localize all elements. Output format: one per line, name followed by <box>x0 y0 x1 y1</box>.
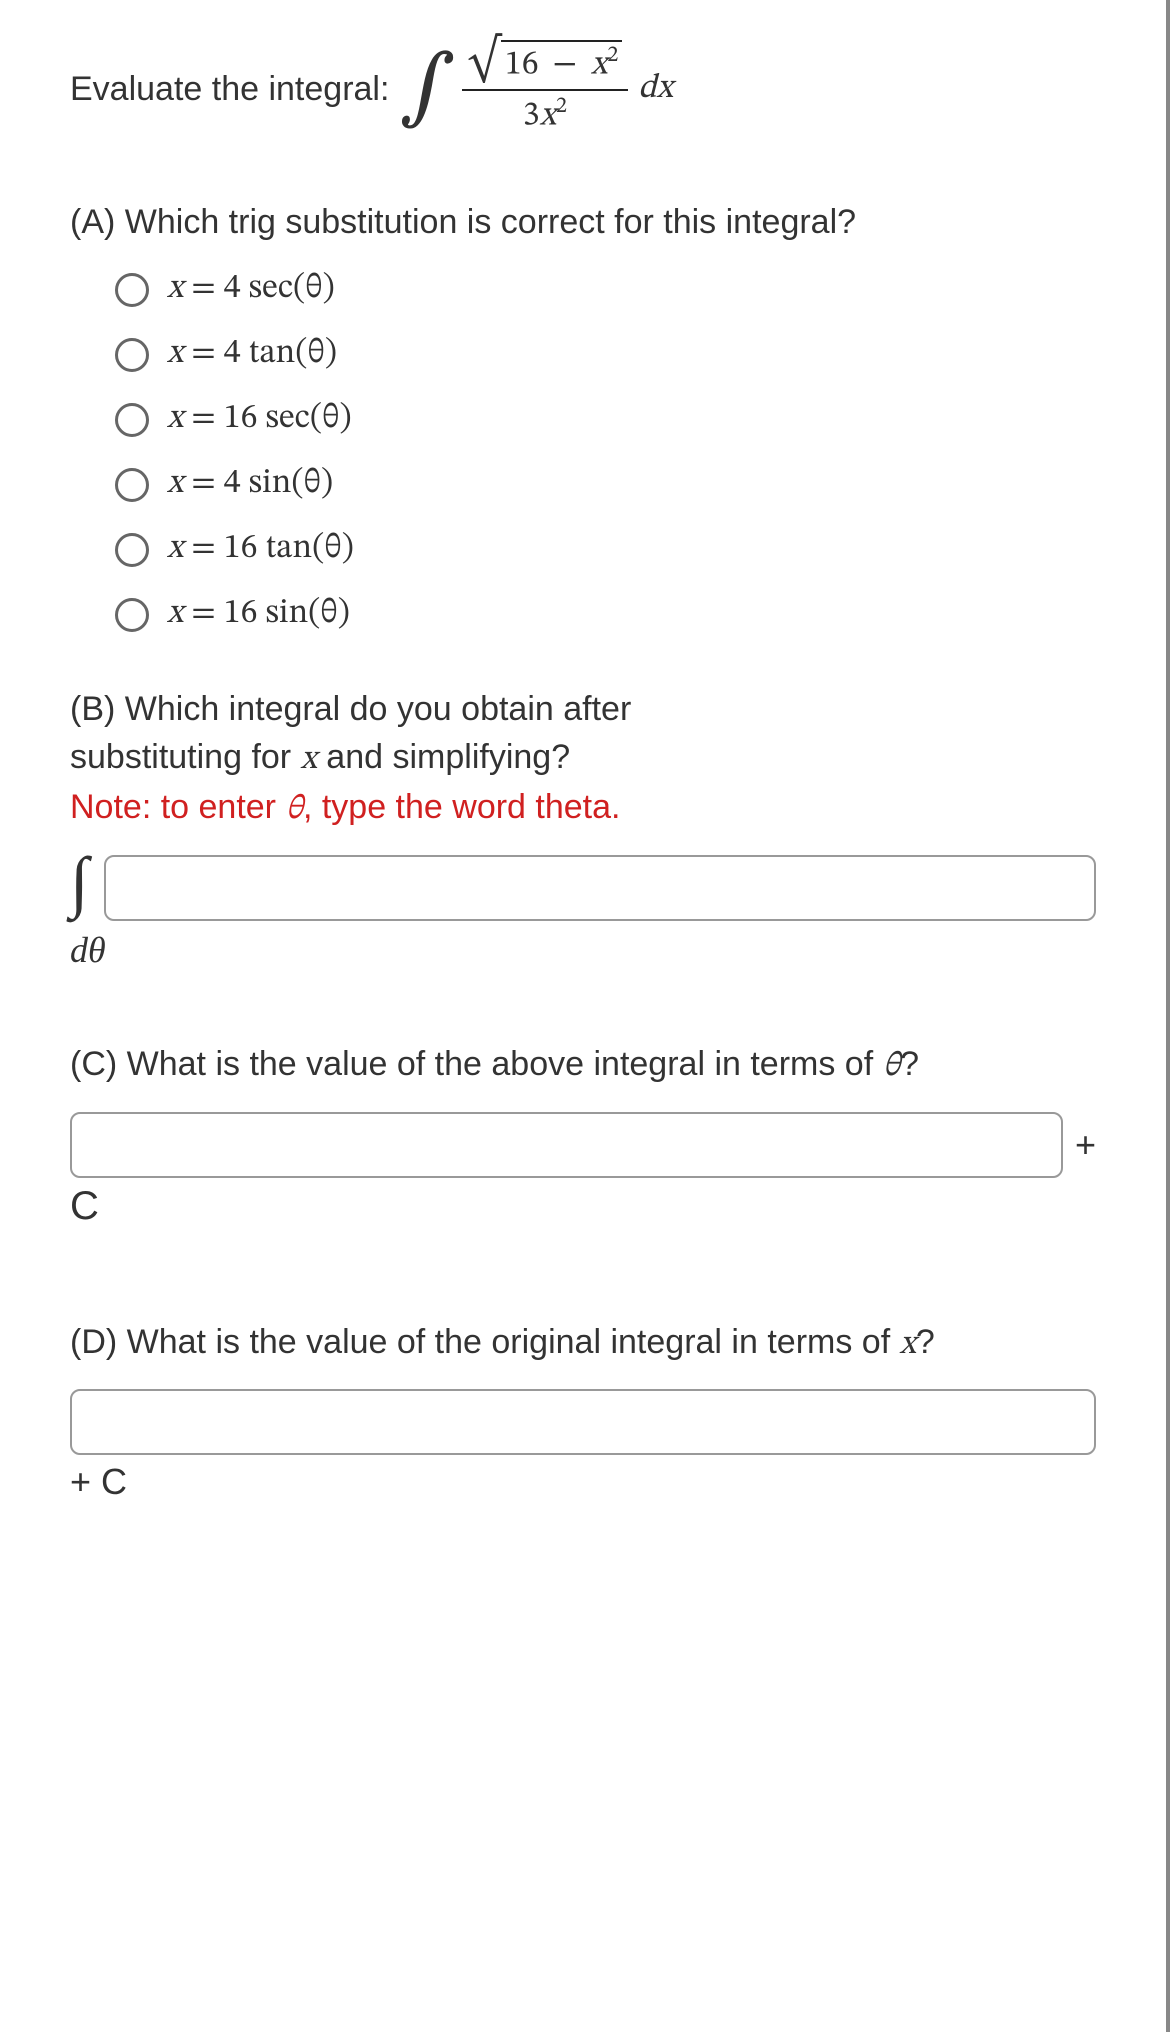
dx: dx <box>638 68 673 111</box>
part-b-input[interactable] <box>104 855 1096 921</box>
part-c-question: (C) What is the value of the above integ… <box>70 1041 1096 1092</box>
plus-c-label: + C <box>70 1461 1096 1503</box>
radio-icon[interactable] <box>115 338 149 372</box>
numerator: √ 16 − x2 <box>462 40 629 91</box>
option-4[interactable]: x=4 sin(θ) <box>115 463 1096 506</box>
prompt-line: Evaluate the integral: ∫ √ 16 − x2 3x2 <box>70 40 1096 139</box>
part-b-line2a: substituting for <box>70 738 301 776</box>
opt1-lhs: x <box>167 272 183 306</box>
sqrt-term-exp: 2 <box>607 45 618 67</box>
part-c-input-row: + <box>70 1112 1096 1178</box>
part-d-qmark: ? <box>916 1323 935 1361</box>
integral-sign-icon: ∫ <box>399 48 455 130</box>
constant-c: C <box>70 1184 1096 1229</box>
part-c-input[interactable] <box>70 1112 1063 1178</box>
part-b-question: (B) Which integral do you obtain after s… <box>70 686 1096 835</box>
option-2[interactable]: x=4 tan(θ) <box>115 333 1096 376</box>
part-d: (D) What is the value of the original in… <box>70 1319 1096 1504</box>
den-exp: 2 <box>556 96 567 118</box>
sqrt-term-x: x <box>591 48 607 82</box>
part-c-var: θ <box>883 1050 900 1084</box>
option-6[interactable]: x=16 sin(θ) <box>115 593 1096 636</box>
part-d-var: x <box>900 1328 916 1362</box>
radio-icon[interactable] <box>115 273 149 307</box>
minus-sign: − <box>547 48 583 82</box>
part-c: (C) What is the value of the above integ… <box>70 1041 1096 1229</box>
option-1[interactable]: x=4 sec(θ) <box>115 268 1096 311</box>
sqrt-term-a: 16 <box>505 48 539 82</box>
part-d-input-row <box>70 1389 1096 1455</box>
part-d-input[interactable] <box>70 1389 1096 1455</box>
part-a-options: x=4 sec(θ) x=4 tan(θ) x=16 sec(θ) x=4 si… <box>115 268 1096 636</box>
dtheta-label: dθ <box>70 929 1096 971</box>
denominator: 3x2 <box>517 91 573 138</box>
prompt-label: Evaluate the integral: <box>70 70 389 109</box>
part-b-line1: (B) Which integral do you obtain after <box>70 690 631 728</box>
integral-expression: ∫ √ 16 − x2 3x2 dx <box>399 40 672 139</box>
part-d-question: (D) What is the value of the original in… <box>70 1319 1096 1370</box>
part-b-var: x <box>301 743 317 777</box>
sqrt-icon: √ <box>468 40 501 82</box>
part-b-note-b: , type the word theta. <box>303 788 621 826</box>
plus-sign: + <box>1075 1124 1096 1166</box>
part-b-note-a: Note: to enter <box>70 788 285 826</box>
den-var: x <box>540 100 556 134</box>
part-b-note-theta: θ <box>285 793 302 827</box>
part-b-line2b: and simplifying? <box>317 738 570 776</box>
part-a-question: (A) Which trig substitution is correct f… <box>70 199 1096 247</box>
den-coeff: 3 <box>523 100 540 134</box>
part-c-qmark: ? <box>900 1045 919 1083</box>
problem-page: Evaluate the integral: ∫ √ 16 − x2 3x2 <box>0 0 1170 2032</box>
integral-sign-icon: ∫ <box>70 851 89 912</box>
radio-icon[interactable] <box>115 598 149 632</box>
part-c-text: (C) What is the value of the above integ… <box>70 1045 883 1083</box>
radio-icon[interactable] <box>115 468 149 502</box>
radio-icon[interactable] <box>115 403 149 437</box>
part-b-input-row: ∫ <box>70 855 1096 921</box>
option-3[interactable]: x=16 sec(θ) <box>115 398 1096 441</box>
radio-icon[interactable] <box>115 533 149 567</box>
fraction: √ 16 − x2 3x2 <box>462 40 629 139</box>
part-d-text: (D) What is the value of the original in… <box>70 1323 900 1361</box>
option-5[interactable]: x=16 tan(θ) <box>115 528 1096 571</box>
